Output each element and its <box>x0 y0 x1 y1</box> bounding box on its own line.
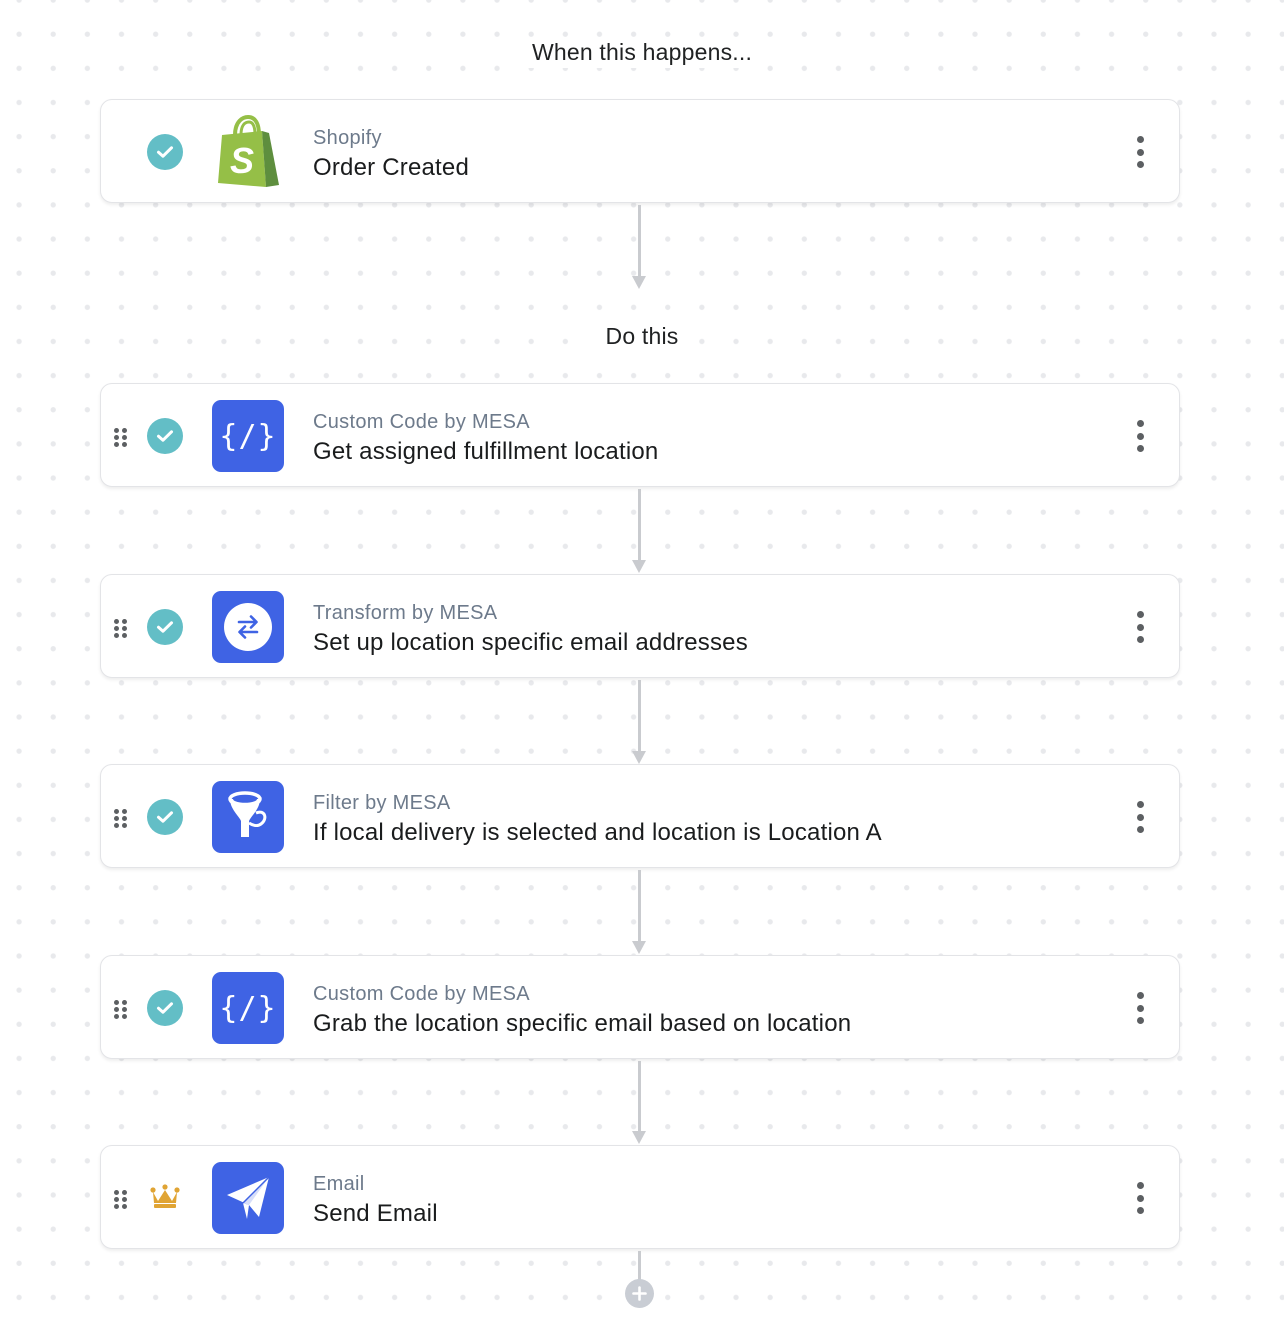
connector-line <box>638 489 641 561</box>
action-section-label: Do this <box>595 321 689 352</box>
step-title: Get assigned fulfillment location <box>313 438 659 465</box>
kebab-menu-icon[interactable] <box>1130 992 1150 1024</box>
shopify-bag-icon: S <box>212 115 284 188</box>
check-circle-icon <box>147 990 183 1026</box>
connector-line <box>638 1061 641 1132</box>
step-app-name: Transform by MESA <box>313 602 498 624</box>
step-app-name: Email <box>313 1173 365 1195</box>
drag-handle-icon[interactable] <box>114 809 128 828</box>
kebab-menu-icon[interactable] <box>1130 611 1150 643</box>
custom-code-icon: {/} <box>212 972 284 1044</box>
connector-line <box>638 205 641 277</box>
transform-icon <box>212 591 284 663</box>
connector-line <box>638 1251 641 1281</box>
step-app-name: Custom Code by MESA <box>313 411 530 433</box>
plus-icon <box>632 1286 647 1301</box>
kebab-menu-icon[interactable] <box>1130 1182 1150 1214</box>
step-title: Set up location specific email addresses <box>313 629 748 656</box>
filter-funnel-icon <box>212 781 284 853</box>
step-title: Grab the location specific email based o… <box>313 1010 852 1037</box>
step-app-name: Shopify <box>313 127 382 149</box>
drag-handle-icon[interactable] <box>114 1190 128 1209</box>
code-glyph: {/} <box>219 418 277 454</box>
arrow-down-icon <box>632 1131 646 1144</box>
drag-handle-icon[interactable] <box>114 1000 128 1019</box>
svg-text:S: S <box>230 140 254 181</box>
connector-line <box>638 680 641 752</box>
kebab-menu-icon[interactable] <box>1130 801 1150 833</box>
check-circle-icon <box>147 418 183 454</box>
add-step-button[interactable] <box>625 1279 654 1308</box>
kebab-menu-icon[interactable] <box>1130 420 1150 452</box>
action-step-card[interactable]: Email Send Email <box>100 1145 1180 1249</box>
custom-code-icon: {/} <box>212 400 284 472</box>
kebab-menu-icon[interactable] <box>1130 136 1150 168</box>
step-app-name: Filter by MESA <box>313 792 451 814</box>
step-app-name: Custom Code by MESA <box>313 983 530 1005</box>
trigger-section-label: When this happens... <box>521 37 763 68</box>
step-title: Order Created <box>313 154 469 181</box>
step-title: If local delivery is selected and locati… <box>313 819 882 846</box>
action-step-card[interactable]: {/} Custom Code by MESA Grab the locatio… <box>100 955 1180 1059</box>
connector-line <box>638 870 641 942</box>
action-step-card[interactable]: Filter by MESA If local delivery is sele… <box>100 764 1180 868</box>
check-circle-icon <box>147 609 183 645</box>
arrow-down-icon <box>632 751 646 764</box>
check-circle-icon <box>147 799 183 835</box>
arrow-down-icon <box>632 560 646 573</box>
check-circle-icon <box>147 134 183 170</box>
crown-icon <box>149 1184 181 1210</box>
drag-handle-icon[interactable] <box>114 428 128 447</box>
arrow-down-icon <box>632 276 646 289</box>
arrow-down-icon <box>632 941 646 954</box>
action-step-card[interactable]: Transform by MESA Set up location specif… <box>100 574 1180 678</box>
trigger-step-card[interactable]: S Shopify Order Created <box>100 99 1180 203</box>
paper-plane-icon <box>212 1162 284 1234</box>
action-step-card[interactable]: {/} Custom Code by MESA Get assigned ful… <box>100 383 1180 487</box>
step-title: Send Email <box>313 1200 438 1227</box>
code-glyph: {/} <box>219 990 277 1026</box>
drag-handle-icon[interactable] <box>114 619 128 638</box>
